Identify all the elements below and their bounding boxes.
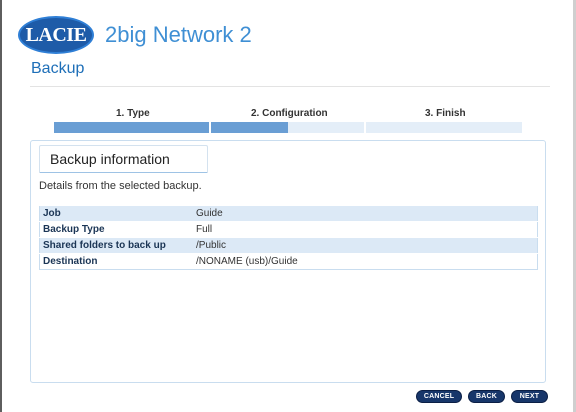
table-row: Destination /NONAME (usb)/Guide xyxy=(39,253,538,270)
cancel-button[interactable]: CANCEL xyxy=(416,390,462,403)
section-header: Backup information xyxy=(39,145,208,173)
row-key: Job xyxy=(39,205,193,222)
step-labels: 1. Type 2. Configuration 3. Finish xyxy=(54,108,522,120)
row-value: Full xyxy=(193,221,538,238)
row-key: Destination xyxy=(39,253,193,270)
step-track-configuration xyxy=(211,122,364,133)
section-underline xyxy=(40,172,207,173)
wizard-buttons: CANCEL BACK NEXT xyxy=(416,390,548,403)
table-row: Job Guide xyxy=(39,205,538,222)
page-title: Backup xyxy=(31,60,85,77)
row-key: Shared folders to back up xyxy=(39,237,193,254)
section-title: Backup information xyxy=(50,151,170,167)
back-button[interactable]: BACK xyxy=(468,390,505,403)
window-left-edge xyxy=(0,0,2,412)
backup-details-table: Job Guide Backup Type Full Shared folder… xyxy=(39,205,538,270)
step-progress-bar xyxy=(54,122,522,133)
step-fill-type xyxy=(54,122,209,133)
table-row: Shared folders to back up /Public xyxy=(39,237,538,254)
backup-info-panel: Backup information Details from the sele… xyxy=(30,140,546,383)
table-row: Backup Type Full xyxy=(39,221,538,238)
step-track-finish xyxy=(366,122,522,133)
wizard-stepper: 1. Type 2. Configuration 3. Finish xyxy=(54,108,522,133)
step-label-configuration: 2. Configuration xyxy=(251,108,328,119)
title-divider xyxy=(30,86,550,87)
next-button[interactable]: NEXT xyxy=(511,390,548,403)
row-key: Backup Type xyxy=(39,221,193,238)
row-value: /Public xyxy=(193,237,538,254)
header: LACIE 2big Network 2 xyxy=(18,15,252,55)
step-label-type: 1. Type xyxy=(116,108,150,119)
lacie-logo: LACIE xyxy=(18,16,94,54)
step-track-type xyxy=(54,122,209,133)
details-text: Details from the selected backup. xyxy=(39,180,202,192)
row-value: Guide xyxy=(193,205,538,222)
step-fill-configuration xyxy=(211,122,288,133)
row-value: /NONAME (usb)/Guide xyxy=(193,253,538,270)
product-name: 2big Network 2 xyxy=(105,22,252,47)
step-label-finish: 3. Finish xyxy=(425,108,466,119)
